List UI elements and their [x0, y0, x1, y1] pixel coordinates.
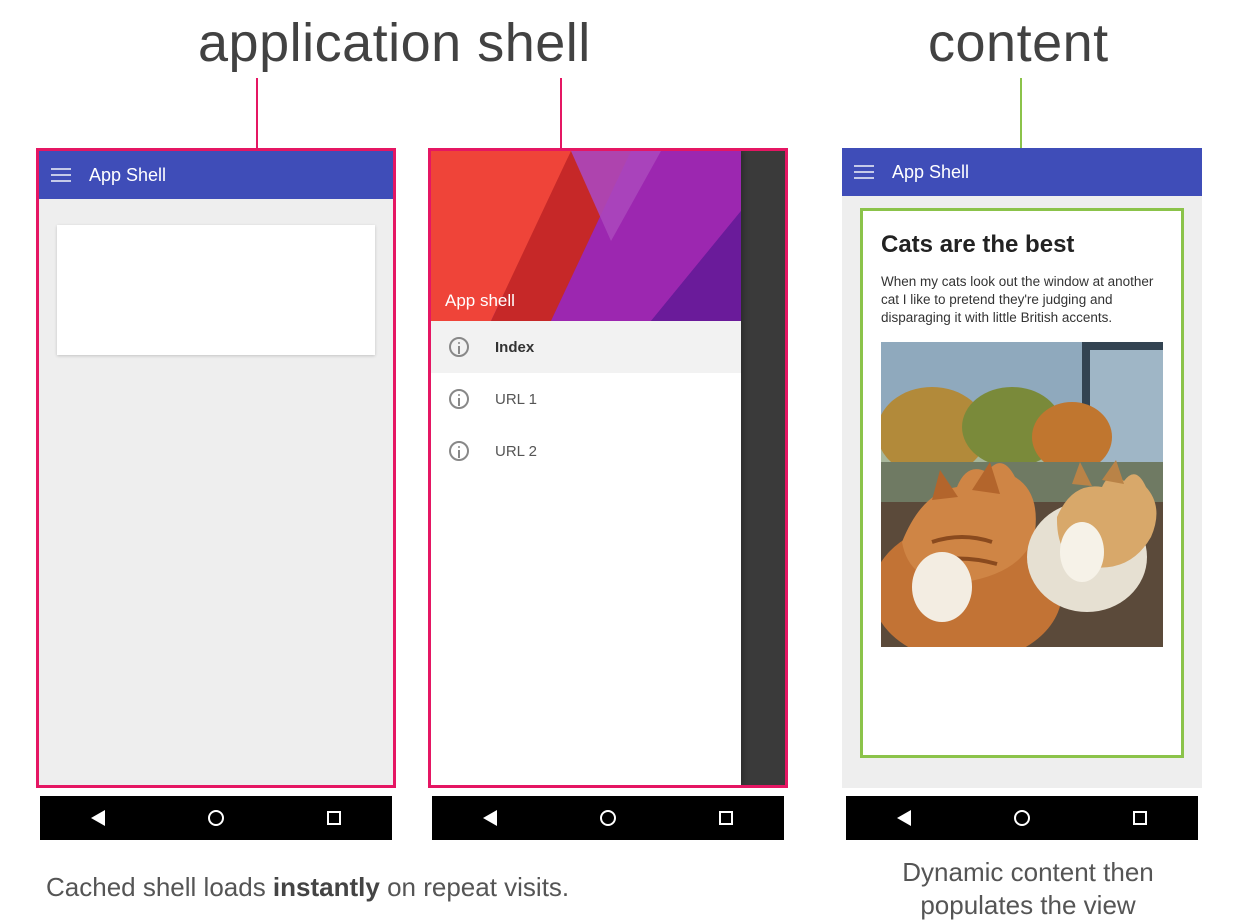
nav-recents-icon[interactable] — [719, 811, 733, 825]
phone-shell-drawer: App shell Index URL 1 URL 2 — [428, 148, 788, 788]
phone-content: App Shell Cats are the best When my cats… — [842, 148, 1202, 788]
caption-left-emphasis: instantly — [273, 872, 380, 902]
nav-recents-icon[interactable] — [327, 811, 341, 825]
drawer-item-label: URL 1 — [495, 391, 537, 408]
article-title: Cats are the best — [881, 231, 1163, 259]
android-nav-bar — [846, 796, 1198, 840]
appbar: App Shell — [842, 148, 1202, 196]
heading-application-shell: application shell — [198, 12, 591, 74]
caption-right: Dynamic content then populates the view — [848, 856, 1208, 921]
heading-content: content — [928, 12, 1109, 74]
hamburger-icon[interactable] — [51, 168, 71, 182]
drawer-item-url1[interactable]: URL 1 — [431, 373, 741, 425]
drawer-list: Index URL 1 URL 2 — [431, 321, 741, 477]
nav-home-icon[interactable] — [600, 810, 616, 826]
appbar-title: App Shell — [89, 165, 166, 186]
drawer-item-label: URL 2 — [495, 443, 537, 460]
android-nav-bar — [40, 796, 392, 840]
content-card: Cats are the best When my cats look out … — [860, 208, 1184, 758]
connector-pink-right — [560, 78, 562, 148]
appbar: App Shell — [39, 151, 393, 199]
nav-home-icon[interactable] — [1014, 810, 1030, 826]
article-image-cats — [881, 342, 1163, 647]
info-icon — [449, 337, 469, 357]
caption-left: Cached shell loads instantly on repeat v… — [46, 872, 569, 903]
drawer-header: App shell — [431, 151, 741, 321]
nav-recents-icon[interactable] — [1133, 811, 1147, 825]
nav-back-icon[interactable] — [897, 810, 911, 826]
drawer-item-index[interactable]: Index — [431, 321, 741, 373]
hamburger-icon[interactable] — [854, 165, 874, 179]
drawer-item-url2[interactable]: URL 2 — [431, 425, 741, 477]
connector-pink-left — [256, 78, 258, 148]
info-icon — [449, 389, 469, 409]
drawer-title: App shell — [445, 291, 515, 311]
phone-shell-empty: App Shell — [36, 148, 396, 788]
nav-back-icon[interactable] — [91, 810, 105, 826]
android-nav-bar — [432, 796, 784, 840]
info-icon — [449, 441, 469, 461]
article-body: When my cats look out the window at anot… — [881, 273, 1163, 328]
nav-drawer: App shell Index URL 1 URL 2 — [431, 151, 741, 785]
nav-home-icon[interactable] — [208, 810, 224, 826]
appbar-title: App Shell — [892, 162, 969, 183]
drawer-item-label: Index — [495, 339, 534, 356]
nav-back-icon[interactable] — [483, 810, 497, 826]
empty-content-card — [57, 225, 375, 355]
caption-left-c: on repeat visits. — [380, 872, 569, 902]
caption-left-a: Cached shell loads — [46, 872, 273, 902]
